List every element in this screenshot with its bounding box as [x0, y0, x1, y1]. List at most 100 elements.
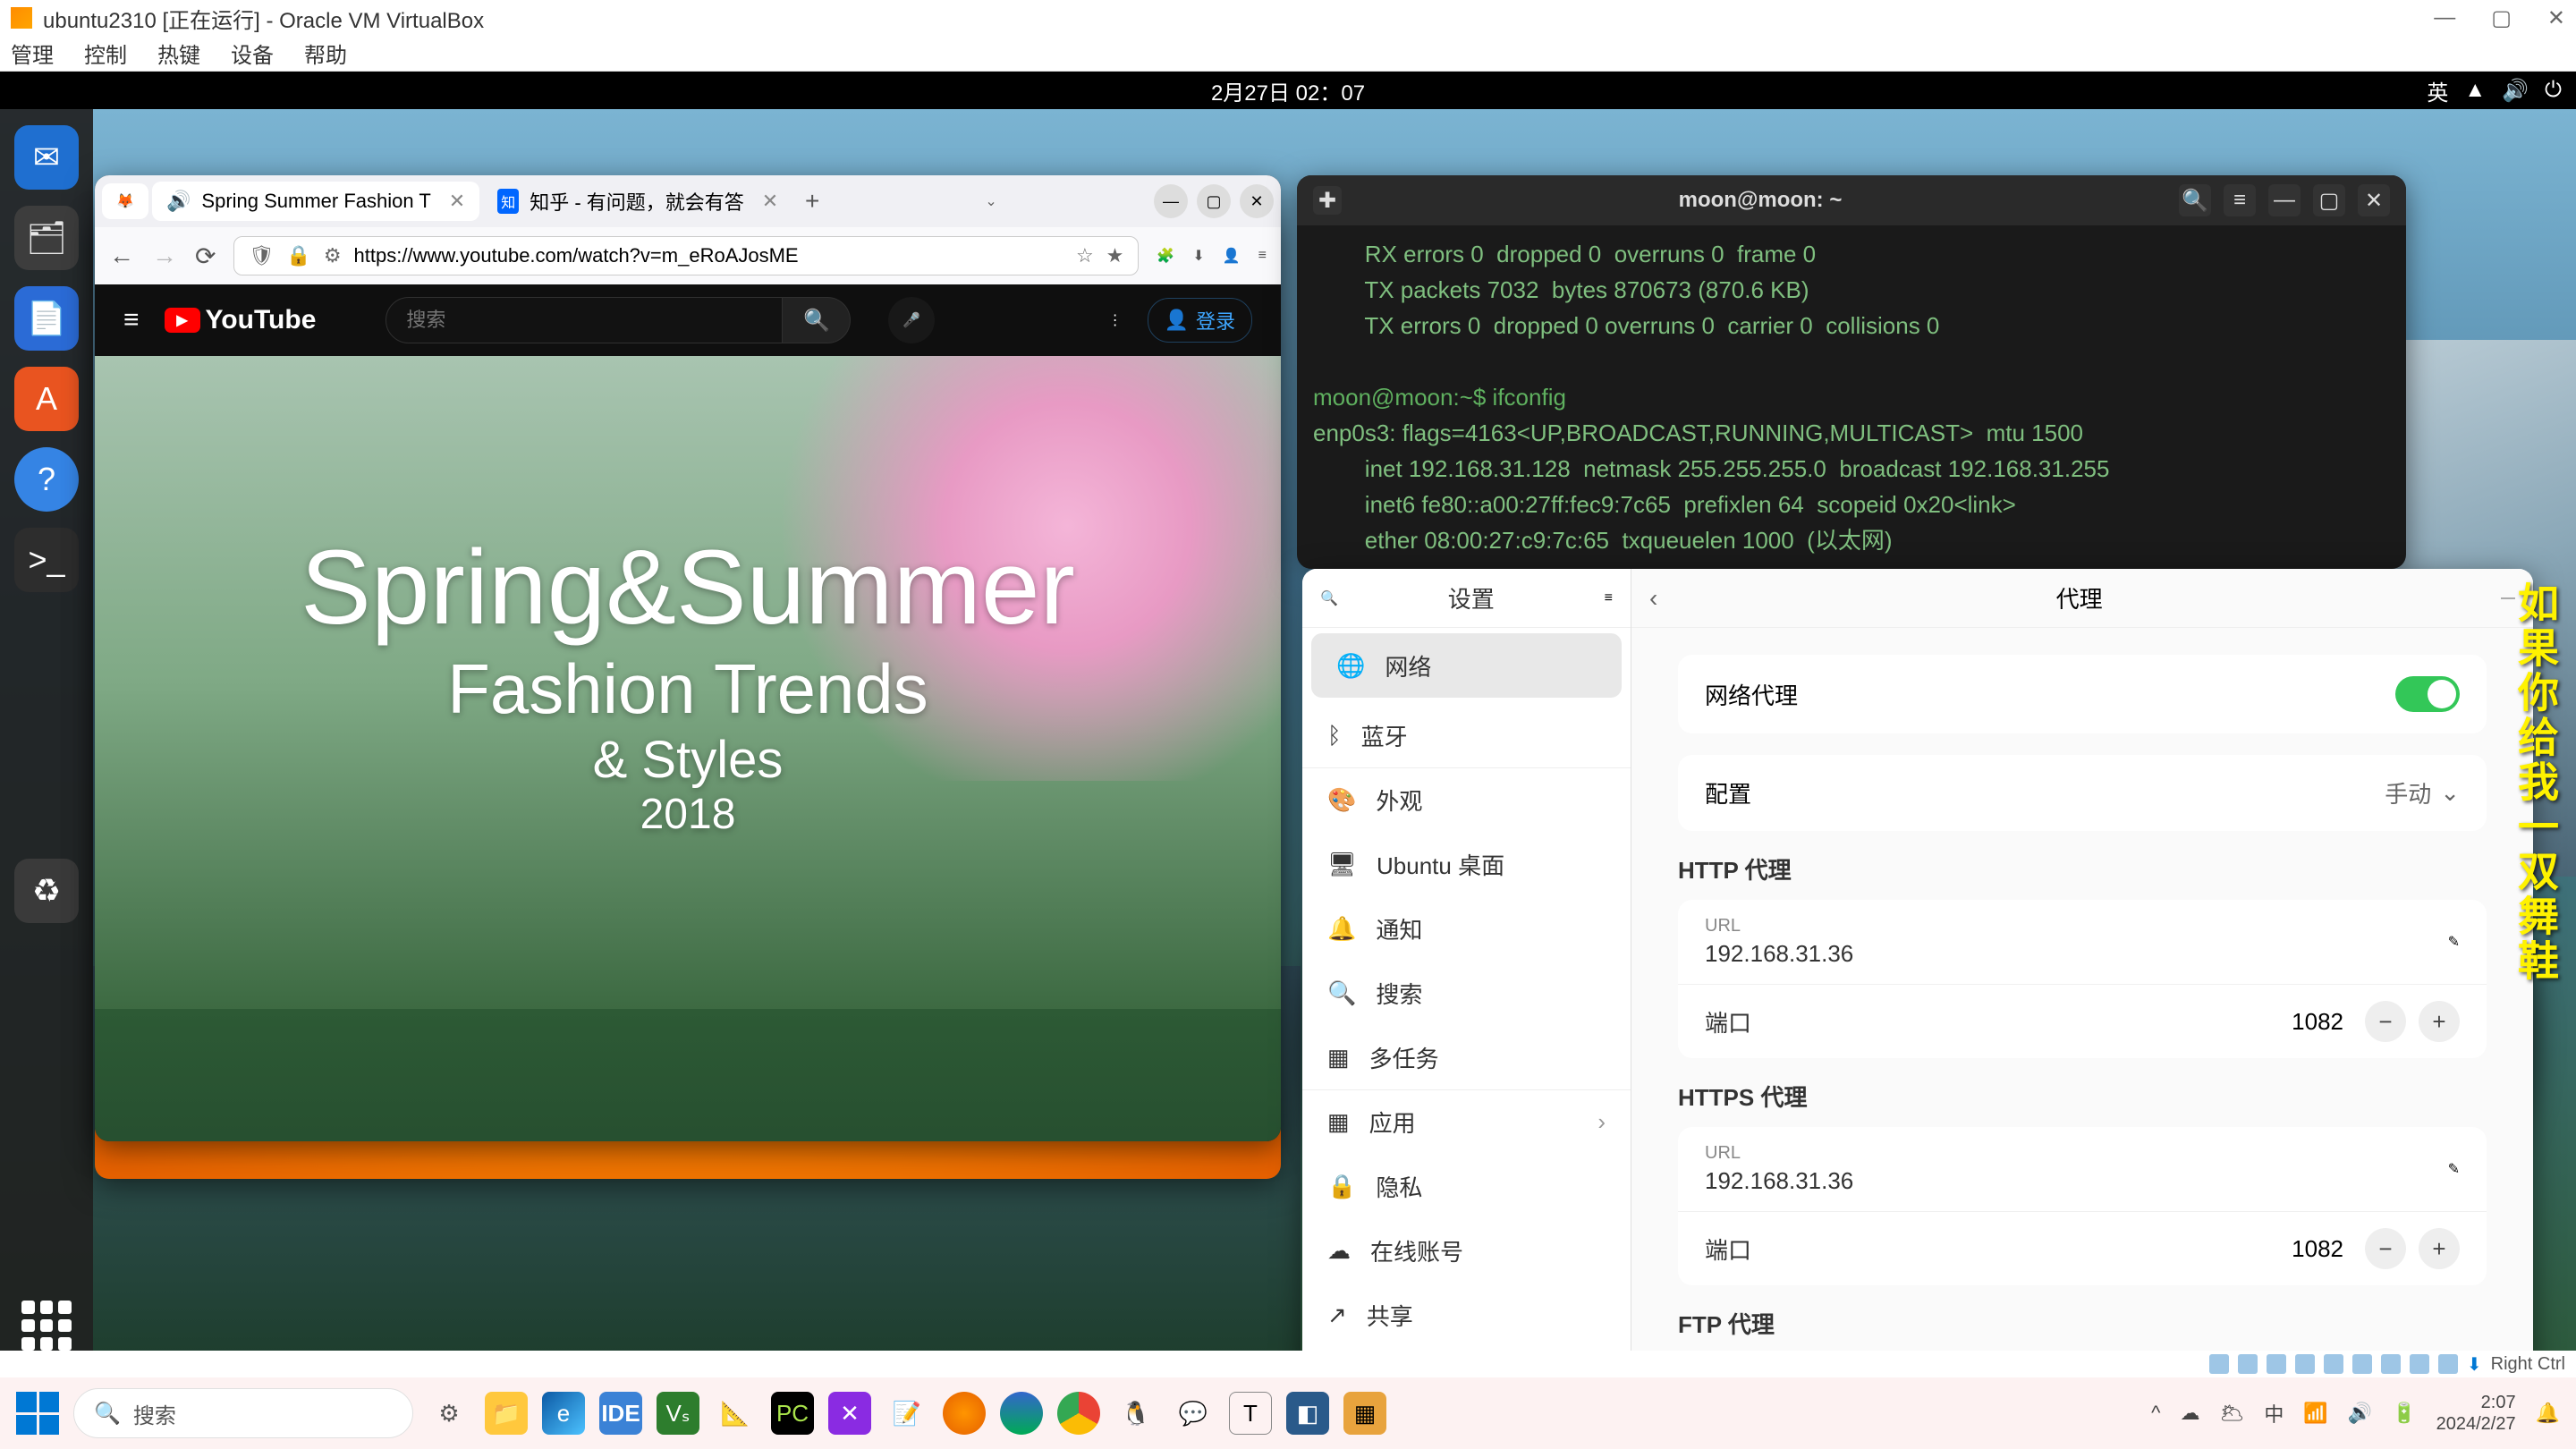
- terminal-maximize-button[interactable]: ▢: [2313, 184, 2345, 216]
- edit-icon[interactable]: ✎: [2448, 933, 2460, 951]
- star-outline-icon[interactable]: ☆: [1076, 244, 1094, 267]
- back-button[interactable]: ←: [109, 242, 134, 270]
- vbox-maximize-button[interactable]: ▢: [2491, 5, 2512, 31]
- tray-wifi-icon[interactable]: 📶: [2303, 1402, 2327, 1425]
- port-decrement-button[interactable]: −: [2365, 1228, 2406, 1269]
- vbox-close-button[interactable]: ✕: [2547, 5, 2565, 31]
- vbox-cpu-icon[interactable]: [2410, 1354, 2429, 1374]
- sidebar-item-appearance[interactable]: 🎨外观: [1302, 767, 1631, 832]
- taskbar-wechat-icon[interactable]: 💬: [1172, 1392, 1215, 1435]
- taskbar-clock[interactable]: 2:07 2024/2/27: [2436, 1392, 2516, 1435]
- proxy-toggle[interactable]: [2395, 676, 2460, 712]
- taskbar-app-icon[interactable]: ▦: [1343, 1392, 1386, 1435]
- power-icon[interactable]: ⏻: [2545, 78, 2562, 103]
- proxy-config-row[interactable]: 配置 手动⌄: [1678, 755, 2487, 831]
- menu-icon[interactable]: ≡: [1258, 248, 1267, 264]
- tab-close-icon[interactable]: ✕: [449, 190, 465, 213]
- url-bar[interactable]: 🛡 🔒 ⚙ ☆ ★: [233, 236, 1139, 275]
- sidebar-menu-button[interactable]: ≡: [1605, 590, 1613, 606]
- sidebar-item-ubuntu-desktop[interactable]: 🖥Ubuntu 桌面: [1302, 832, 1631, 896]
- vbox-rec-icon[interactable]: [2381, 1354, 2401, 1374]
- dock-files-icon[interactable]: 🗂: [14, 206, 79, 270]
- forward-button[interactable]: →: [152, 242, 177, 270]
- mic-icon[interactable]: 🎤: [888, 297, 935, 343]
- sidebar-item-bluetooth[interactable]: ᛒ蓝牙: [1302, 703, 1631, 767]
- sidebar-item-search[interactable]: 🔍搜索: [1302, 961, 1631, 1025]
- more-icon[interactable]: ⋮: [1108, 311, 1123, 329]
- dock-help-icon[interactable]: ?: [14, 447, 79, 512]
- sidebar-item-online-accounts[interactable]: ☁在线账号: [1302, 1218, 1631, 1283]
- extensions-icon[interactable]: 🧩: [1157, 247, 1174, 265]
- volume-icon[interactable]: 🔊: [2502, 78, 2529, 104]
- dock-trash-icon[interactable]: ♻: [14, 859, 79, 923]
- gnome-lang-indicator[interactable]: 英: [2427, 75, 2448, 106]
- vbox-net-icon[interactable]: [2267, 1354, 2286, 1374]
- taskbar-virtualbox-icon[interactable]: ◧: [1286, 1392, 1329, 1435]
- terminal-minimize-button[interactable]: —: [2268, 184, 2301, 216]
- vbox-minimize-button[interactable]: —: [2434, 5, 2455, 31]
- firefox-tab-inactive[interactable]: 知 知乎 - 有问题，就会有答 ✕: [483, 182, 792, 221]
- vbox-menu-manage[interactable]: 管理: [11, 38, 54, 69]
- search-icon[interactable]: 🔍: [1320, 589, 1338, 607]
- permissions-icon[interactable]: ⚙: [324, 244, 342, 267]
- firefox-close-button[interactable]: ✕: [1240, 184, 1274, 218]
- vbox-menu-help[interactable]: 帮助: [304, 38, 347, 69]
- youtube-search-input[interactable]: [386, 297, 783, 343]
- vbox-display-icon[interactable]: [2352, 1354, 2372, 1374]
- account-icon[interactable]: 👤: [1223, 247, 1241, 265]
- sidebar-item-notifications[interactable]: 🔔通知: [1302, 896, 1631, 961]
- youtube-logo[interactable]: ▶ YouTube: [165, 305, 317, 335]
- dock-software-icon[interactable]: A: [14, 367, 79, 431]
- taskbar-pycharm-icon[interactable]: PC: [771, 1392, 814, 1435]
- tabs-dropdown-icon[interactable]: ⌄: [985, 192, 996, 210]
- youtube-video-player[interactable]: Spring&Summer Fashion Trends & Styles 20…: [95, 356, 1281, 1009]
- taskbar-vs-icon[interactable]: Vₛ: [657, 1392, 699, 1435]
- shield-icon[interactable]: 🛡: [249, 244, 274, 267]
- firefox-maximize-button[interactable]: ▢: [1197, 184, 1231, 218]
- taskbar-explorer-icon[interactable]: 📁: [485, 1392, 528, 1435]
- taskbar-text-icon[interactable]: T: [1229, 1392, 1272, 1435]
- vbox-cd-icon[interactable]: [2238, 1354, 2258, 1374]
- port-increment-button[interactable]: +: [2419, 1001, 2460, 1042]
- search-icon[interactable]: 🔍: [2179, 184, 2211, 216]
- taskbar-vs2-icon[interactable]: ✕: [828, 1392, 871, 1435]
- sidebar-item-multitask[interactable]: ▦多任务: [1302, 1025, 1631, 1089]
- firefox-minimize-button[interactable]: —: [1154, 184, 1188, 218]
- taskbar-edge2-icon[interactable]: [1000, 1392, 1043, 1435]
- taskbar-matlab-icon[interactable]: 📐: [714, 1392, 757, 1435]
- firefox-newtab-button[interactable]: +: [796, 187, 828, 216]
- taskbar-search[interactable]: 🔍 搜索: [73, 1388, 413, 1438]
- tray-battery-icon[interactable]: 🔋: [2392, 1402, 2416, 1425]
- url-input[interactable]: [354, 244, 1063, 267]
- vbox-mouse-icon[interactable]: [2438, 1354, 2458, 1374]
- sidebar-item-privacy[interactable]: 🔒隐私: [1302, 1154, 1631, 1218]
- terminal-newtab-button[interactable]: ✚: [1313, 186, 1342, 215]
- terminal-close-button[interactable]: ✕: [2358, 184, 2390, 216]
- port-decrement-button[interactable]: −: [2365, 1001, 2406, 1042]
- menu-icon[interactable]: ≡: [123, 305, 140, 335]
- vbox-usb-icon[interactable]: [2295, 1354, 2315, 1374]
- tab-close-icon[interactable]: ✕: [762, 190, 778, 213]
- taskbar-firefox-icon[interactable]: [943, 1392, 986, 1435]
- sidebar-item-network[interactable]: 🌐网络: [1311, 633, 1622, 698]
- vbox-menu-hotkey[interactable]: 热键: [157, 38, 200, 69]
- port-increment-button[interactable]: +: [2419, 1228, 2460, 1269]
- taskbar-settings-icon[interactable]: ⚙: [428, 1392, 470, 1435]
- dock-thunderbird-icon[interactable]: ✉: [14, 125, 79, 190]
- taskbar-qq-icon[interactable]: 🐧: [1114, 1392, 1157, 1435]
- sidebar-item-sharing[interactable]: ↗共享: [1302, 1283, 1631, 1347]
- downloads-icon[interactable]: ⬇: [1192, 247, 1204, 265]
- taskbar-edge-icon[interactable]: e: [542, 1392, 585, 1435]
- dock-writer-icon[interactable]: 📄: [14, 286, 79, 351]
- tray-notifications-icon[interactable]: 🔔: [2536, 1402, 2560, 1425]
- tray-onedrive-icon[interactable]: ☁: [2180, 1402, 2199, 1425]
- dock-terminal-icon[interactable]: >_: [14, 528, 79, 592]
- tray-volume-icon[interactable]: 🔊: [2348, 1402, 2372, 1425]
- edit-icon[interactable]: ✎: [2448, 1160, 2460, 1178]
- taskbar-ide-icon[interactable]: IDE: [599, 1392, 642, 1435]
- back-button[interactable]: ‹: [1649, 584, 1657, 613]
- reload-button[interactable]: ⟳: [195, 242, 216, 271]
- dock-show-apps-button[interactable]: [21, 1301, 72, 1351]
- taskbar-chrome-icon[interactable]: [1057, 1392, 1100, 1435]
- network-icon[interactable]: ▲: [2464, 78, 2486, 103]
